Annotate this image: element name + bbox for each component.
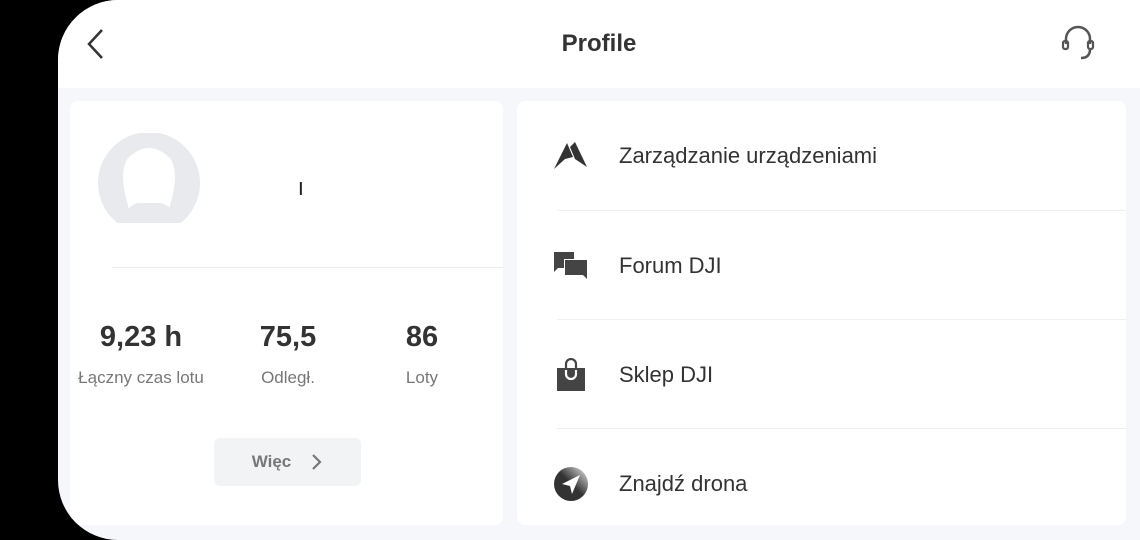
menu-item-shop[interactable]: Sklep DJI: [517, 320, 1126, 429]
stat-value: 9,23 h: [99, 321, 183, 353]
avatar[interactable]: [98, 133, 200, 223]
menu-item-forum[interactable]: Forum DJI: [517, 211, 1126, 320]
menu-label: Zarządzanie urządzeniami: [619, 142, 878, 168]
user-name: ו: [298, 175, 304, 200]
stat-value: 75,5: [259, 321, 317, 353]
find-drone-icon: [554, 466, 588, 501]
stat-value: 86: [405, 321, 439, 353]
profile-card: ו 9,23 h Łączny czas lotu 75,5 Odległ. 86 L…: [70, 101, 503, 525]
menu-label: Sklep DJI: [619, 361, 714, 387]
menu-card: Zarządzanie urządzeniami Forum DJI Sklep…: [517, 101, 1126, 525]
headset-icon[interactable]: [1058, 24, 1098, 64]
divider: [112, 267, 503, 268]
more-label: Więc: [251, 452, 292, 471]
menu-label: Znajdź drona: [619, 470, 748, 496]
more-button[interactable]: Więc: [214, 438, 361, 486]
menu-label: Forum DJI: [619, 252, 722, 278]
menu-item-find-drone[interactable]: Znajdź drona: [517, 429, 1126, 538]
chevron-right-icon: [312, 454, 322, 470]
shopping-bag-icon: [557, 357, 585, 391]
stat-label: Loty: [405, 368, 439, 387]
forum-icon: [554, 251, 587, 279]
stat-label: Łączny czas lotu: [78, 368, 204, 387]
stat-flight-time: 9,23 h Łączny czas lotu: [66, 321, 216, 388]
device-icon: [554, 141, 587, 169]
stat-flights: 86 Loty: [347, 321, 497, 388]
app-window: Profile ו 9,23 h Łączny czas lotu 75,5 Odl…: [58, 0, 1140, 540]
stat-label: Odległ.: [261, 368, 315, 387]
menu-item-device-management[interactable]: Zarządzanie urządzeniami: [517, 101, 1126, 210]
stat-distance: 75,5 Odległ.: [213, 321, 363, 388]
header: Profile: [58, 0, 1140, 88]
page-title: Profile: [561, 30, 637, 57]
